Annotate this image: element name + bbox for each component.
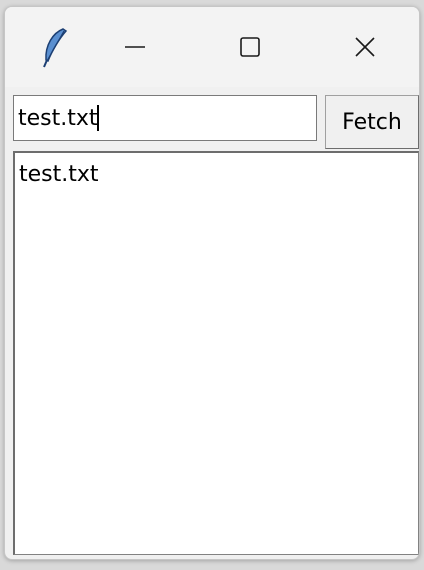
list-item[interactable]: test.txt	[15, 153, 418, 189]
results-listbox[interactable]: test.txt	[13, 151, 419, 555]
close-icon	[355, 37, 375, 57]
feather-icon	[43, 28, 68, 68]
text-caret	[96, 105, 99, 131]
maximize-button[interactable]	[215, 19, 285, 75]
maximize-icon	[240, 37, 260, 57]
minimize-icon	[125, 46, 145, 48]
close-button[interactable]	[330, 19, 400, 75]
fetch-button[interactable]: Fetch	[325, 95, 419, 149]
fetch-button-label: Fetch	[342, 109, 402, 135]
title-bar[interactable]	[5, 7, 419, 87]
filename-input-value: test.txt	[18, 105, 98, 131]
filename-input[interactable]: test.txt	[13, 95, 317, 141]
minimize-button[interactable]	[100, 19, 170, 75]
app-window: test.txt Fetch test.txt	[4, 6, 420, 560]
